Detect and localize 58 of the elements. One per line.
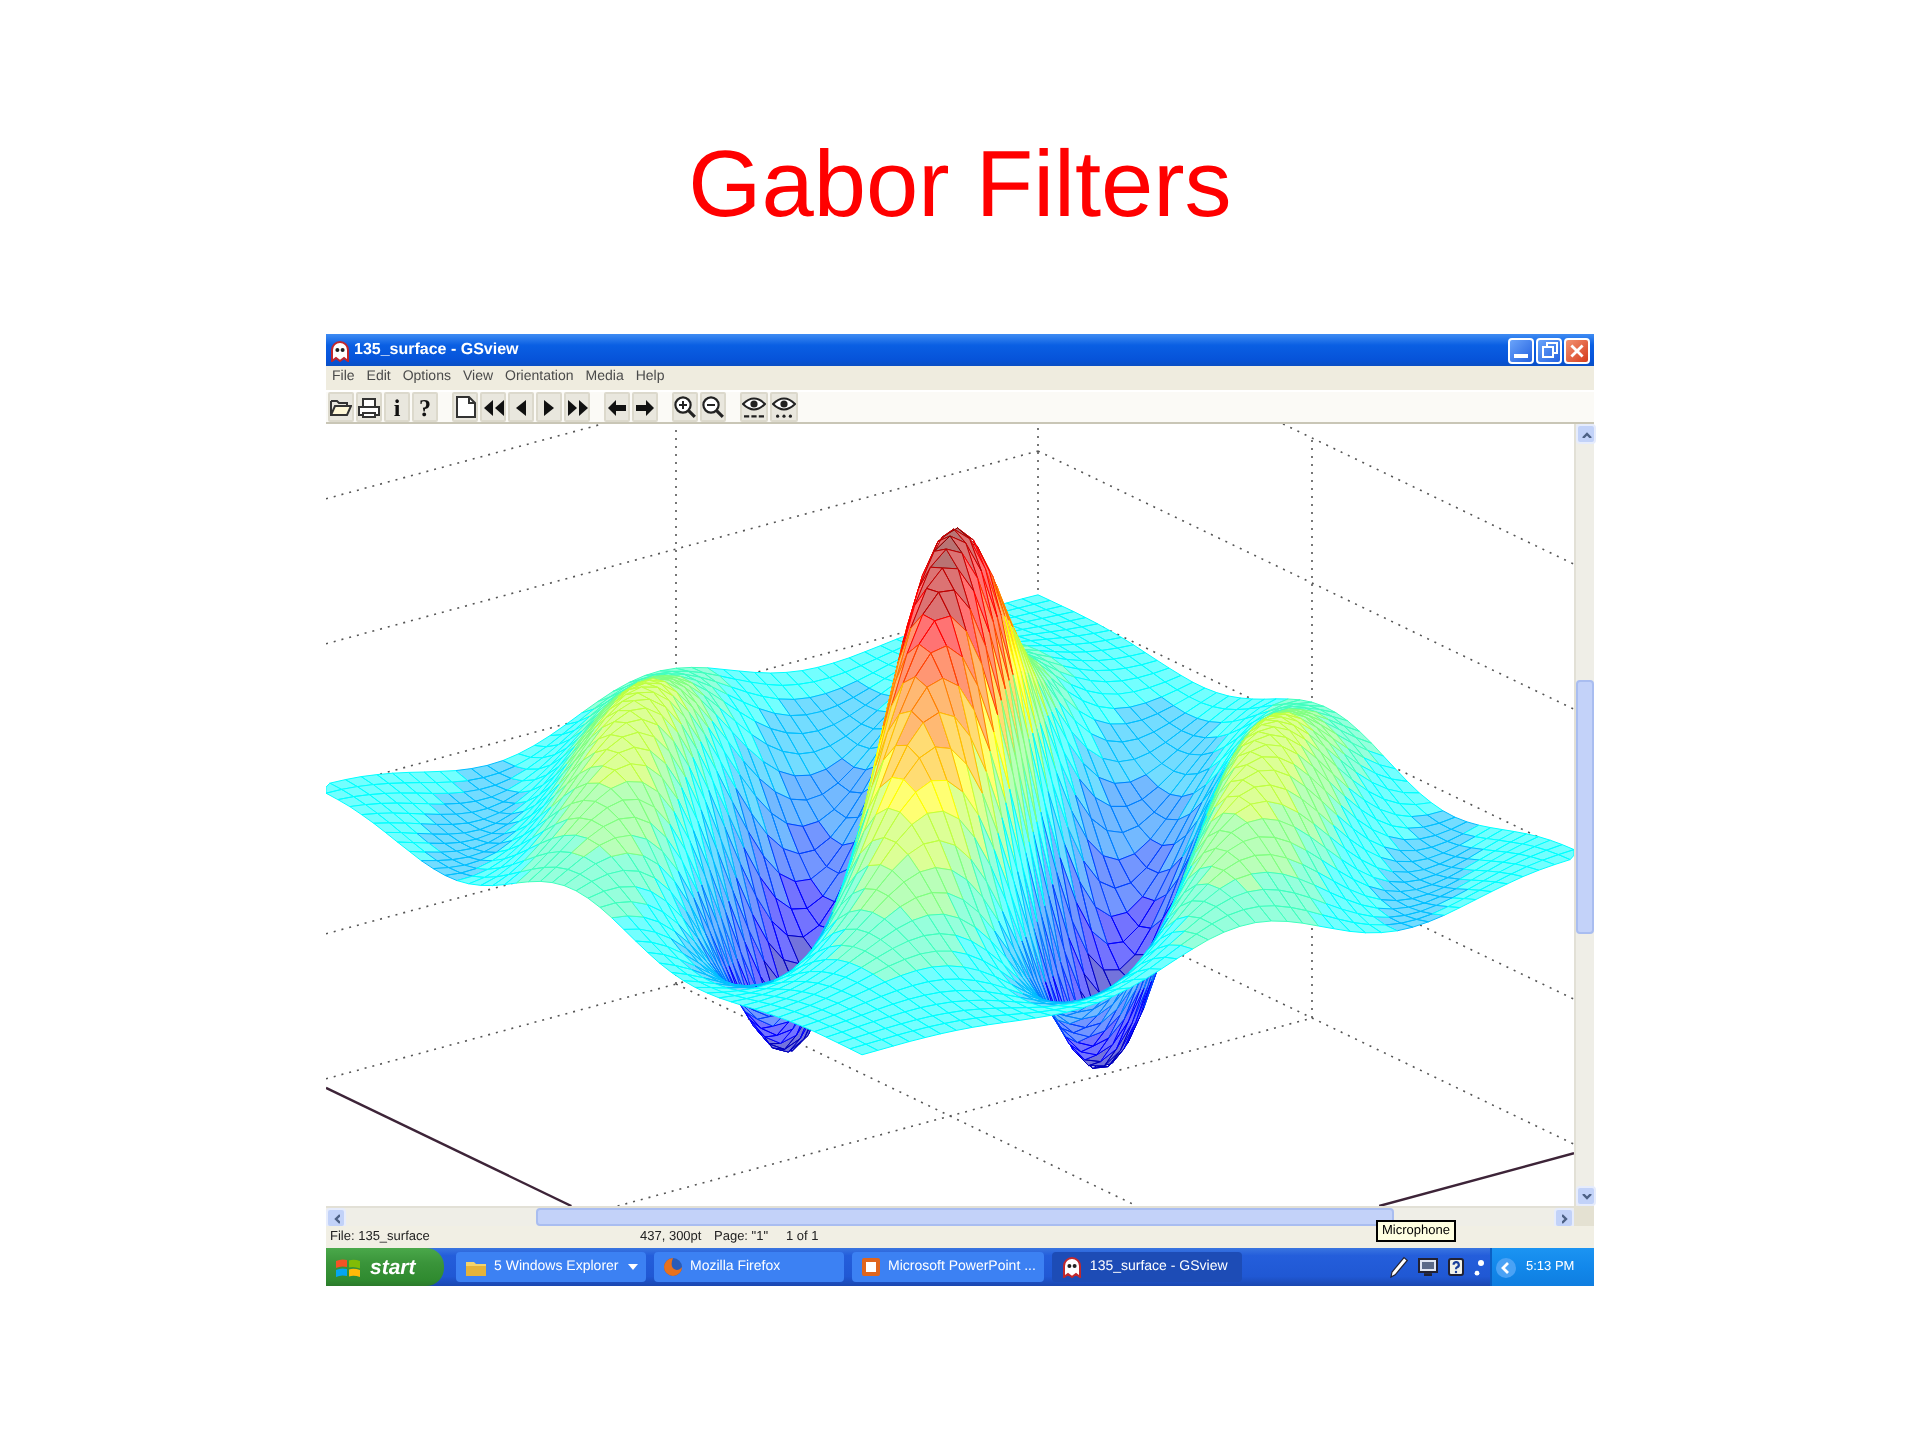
restore-icon	[1541, 342, 1557, 358]
start-button[interactable]: start	[326, 1248, 444, 1286]
eye-icon	[772, 396, 796, 418]
folder-icon	[330, 398, 352, 416]
scroll-down-button[interactable]	[1576, 1186, 1596, 1206]
scroll-right-button[interactable]	[1554, 1208, 1574, 1228]
ghost-icon	[1061, 1256, 1082, 1278]
zoom-in-icon	[674, 396, 696, 418]
dots-icon[interactable]	[1474, 1259, 1484, 1275]
slide-title: Gabor Filters	[686, 128, 1234, 238]
chevron-left-icon[interactable]	[1496, 1257, 1516, 1277]
double-triangle-left-icon	[483, 399, 503, 415]
zoom-out-icon	[702, 396, 724, 418]
flag-icon	[336, 1257, 360, 1277]
chevron-left-icon	[333, 1213, 339, 1223]
eye-icon	[742, 396, 766, 418]
ghost-icon	[330, 339, 350, 361]
chevron-up-icon	[1581, 431, 1591, 437]
forward-button[interactable]	[632, 392, 658, 422]
open-button[interactable]	[328, 392, 354, 422]
find-button[interactable]	[740, 392, 768, 422]
print-button[interactable]	[356, 392, 382, 422]
scroll-up-button[interactable]	[1576, 424, 1596, 444]
previous-page-button[interactable]	[508, 392, 534, 422]
arrow-left-icon	[608, 399, 626, 415]
zoom-in-button[interactable]	[672, 392, 698, 422]
help-button[interactable]: ?	[412, 392, 438, 422]
info-button[interactable]: i	[384, 392, 410, 422]
help-icon[interactable]	[1448, 1258, 1464, 1276]
globe-icon	[664, 1258, 682, 1276]
double-triangle-right-icon	[567, 399, 587, 415]
pen-icon[interactable]	[1390, 1256, 1408, 1278]
back-button[interactable]	[604, 392, 630, 422]
chevron-down-icon	[1581, 1193, 1591, 1199]
slides-icon	[862, 1258, 880, 1276]
page-icon	[455, 396, 475, 418]
chevron-right-icon	[1561, 1213, 1567, 1223]
close-icon	[1570, 343, 1584, 357]
folder-icon	[466, 1259, 486, 1275]
minimize-button[interactable]	[1508, 337, 1534, 363]
scrollbar-thumb[interactable]	[1576, 680, 1594, 934]
window-title: 135_surface - GSview	[354, 340, 519, 360]
page-button[interactable]	[452, 392, 478, 422]
triangle-left-icon	[516, 399, 526, 415]
close-button[interactable]	[1564, 337, 1590, 363]
scrollbar-thumb[interactable]	[536, 1208, 1394, 1226]
next-page-button[interactable]	[536, 392, 562, 422]
zoom-out-button[interactable]	[700, 392, 726, 422]
restore-button[interactable]	[1536, 337, 1562, 363]
monitor-icon[interactable]	[1418, 1258, 1438, 1276]
first-page-button[interactable]	[480, 392, 506, 422]
triangle-right-icon	[544, 399, 554, 415]
scroll-left-button[interactable]	[326, 1208, 346, 1228]
caret-down-icon	[628, 1264, 638, 1270]
arrow-right-icon	[636, 399, 654, 415]
find-next-button[interactable]	[770, 392, 798, 422]
last-page-button[interactable]	[564, 392, 590, 422]
printer-icon	[358, 397, 380, 417]
